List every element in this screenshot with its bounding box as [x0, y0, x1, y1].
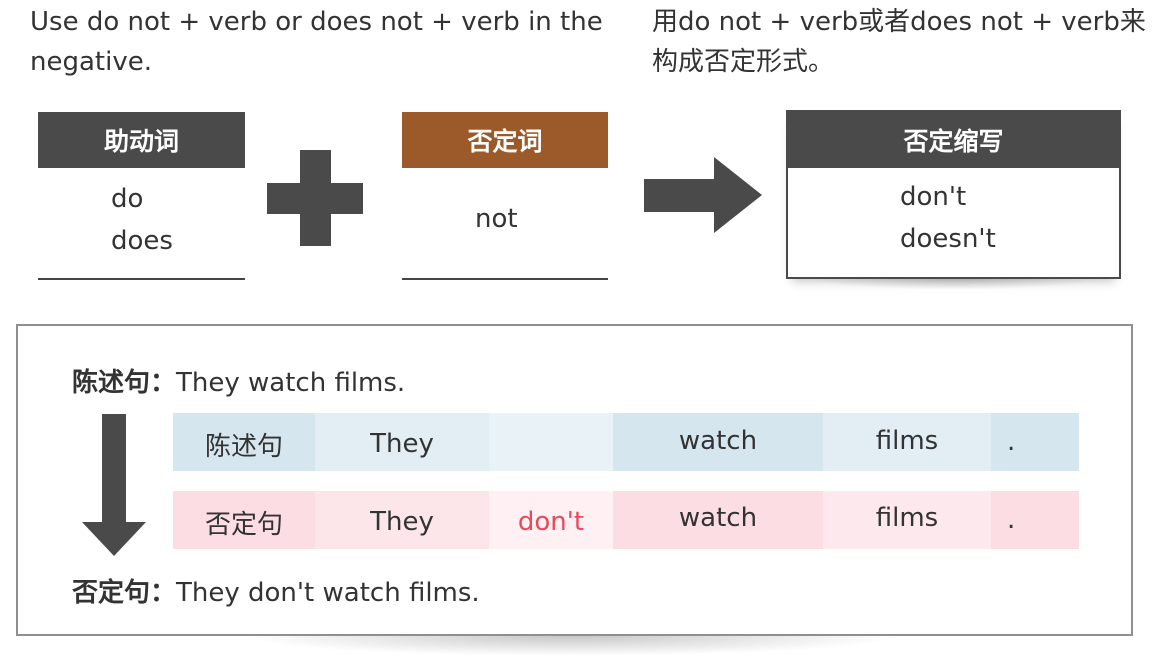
affirmative-period: .	[991, 413, 1079, 471]
affirmative-empty-slot	[489, 413, 613, 471]
affirmative-subject: They	[315, 413, 489, 471]
negative-object: films	[823, 491, 991, 549]
plus-icon	[267, 150, 363, 246]
contraction-header: 否定缩写	[788, 112, 1119, 168]
contraction-shadow	[810, 278, 1100, 290]
arrow-right-icon	[644, 157, 762, 233]
negative-auxiliary: don't	[489, 491, 613, 549]
contraction-list: don't doesn't	[788, 168, 1119, 260]
negative-row: 否定句 They don't watch films .	[173, 491, 1079, 549]
negative-text: They don't watch films.	[176, 578, 480, 608]
auxiliary-verb-header: 助动词	[38, 112, 245, 168]
contraction-item-doesnt: doesn't	[900, 224, 996, 254]
affirmative-text: They watch films.	[176, 368, 406, 398]
affirmative-verb: watch	[613, 413, 823, 471]
auxiliary-verb-block: 助动词 do does	[38, 112, 245, 280]
negative-sentence: 否定句：They don't watch films.	[72, 572, 480, 609]
negative-row-label: 否定句	[173, 491, 315, 549]
negative-label: 否定句：	[72, 578, 177, 608]
affirmative-row-label: 陈述句	[173, 413, 315, 471]
negative-period: .	[991, 491, 1079, 549]
contraction-item-dont: don't	[900, 182, 967, 212]
affirmative-sentence: 陈述句：They watch films.	[72, 362, 405, 399]
negation-word-header: 否定词	[402, 112, 608, 168]
intro-english: Use do not + verb or does not + verb in …	[30, 7, 603, 77]
negation-word-block: 否定词 not	[402, 112, 608, 280]
arrow-down-icon	[82, 414, 146, 556]
negative-verb: watch	[613, 491, 823, 549]
example-panel-shadow	[240, 636, 900, 656]
negation-word-list: not	[402, 168, 608, 240]
affirmative-row: 陈述句 They watch films .	[173, 413, 1079, 471]
auxiliary-item-do: do	[111, 184, 144, 214]
negative-subject: They	[315, 491, 489, 549]
affirmative-label: 陈述句：	[72, 368, 177, 398]
auxiliary-verb-list: do does	[38, 168, 245, 262]
intro-chinese: 用do not + verb或者does not + verb来构成否定形式。	[652, 7, 1146, 77]
negation-item-not: not	[475, 204, 518, 234]
affirmative-object: films	[823, 413, 991, 471]
auxiliary-item-does: does	[111, 226, 173, 256]
contraction-block: 否定缩写 don't doesn't	[786, 110, 1121, 279]
